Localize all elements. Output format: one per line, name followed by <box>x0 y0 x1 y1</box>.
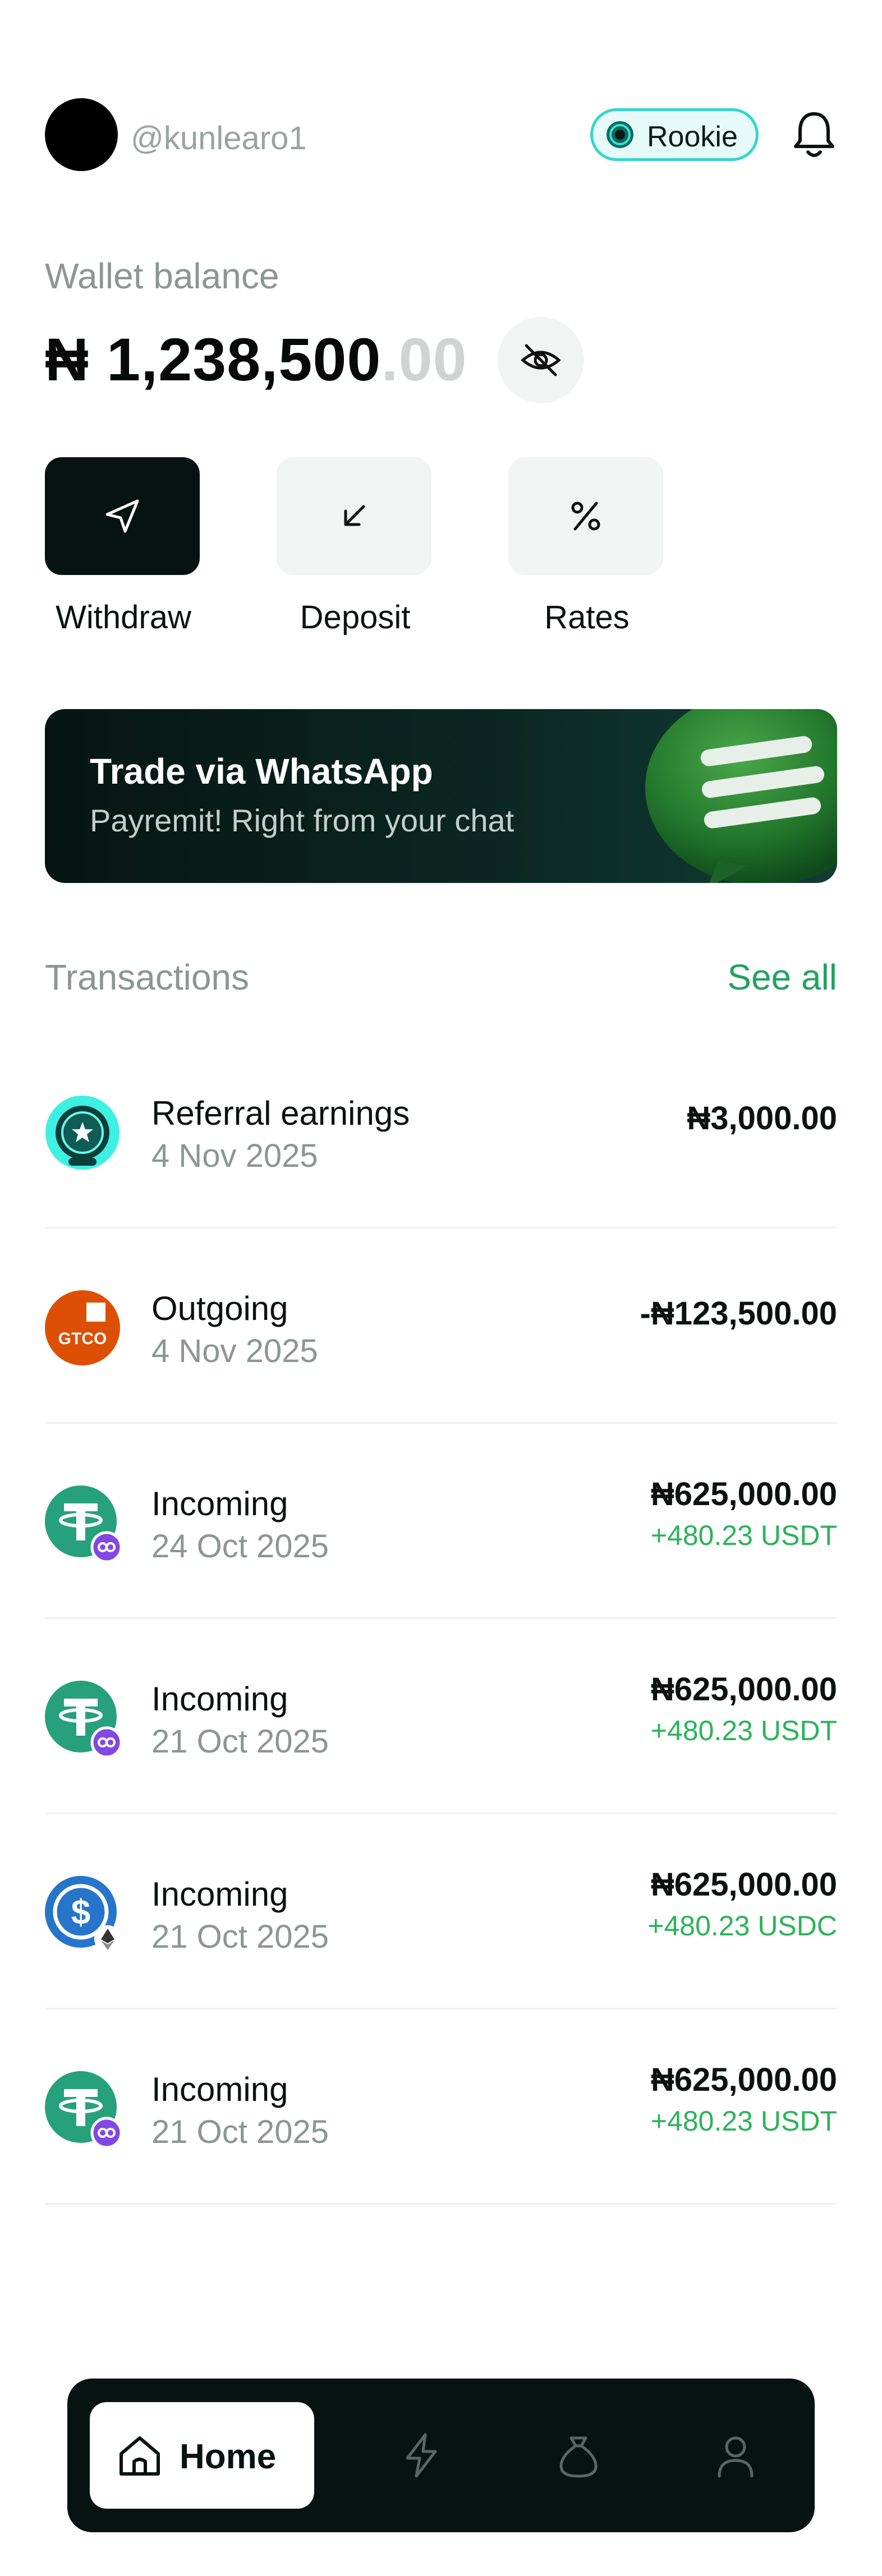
chat-bubble-icon <box>645 709 837 883</box>
rank-badge-label: Rookie <box>647 121 738 153</box>
transaction-date: 21 Oct 2025 <box>151 1723 329 1760</box>
money-bag-icon[interactable] <box>554 2431 603 2480</box>
balance-decimal: .00 <box>381 325 467 393</box>
transaction-title: Incoming <box>151 2071 288 2108</box>
withdraw-label: Withdraw <box>56 599 191 636</box>
eye-off-icon <box>521 344 561 376</box>
banner-title: Trade via WhatsApp <box>90 751 433 792</box>
referral-badge-icon <box>45 1096 120 1170</box>
banner-subtitle: Payremit! Right from your chat <box>90 803 514 838</box>
transaction-crypto-amount: +480.23 USDT <box>650 1520 837 1551</box>
tether-polygon-icon <box>45 1681 120 1756</box>
transaction-date: 4 Nov 2025 <box>151 1138 318 1174</box>
transaction-row[interactable]: Incoming 21 Oct 2025 ₦625,000.00 +480.23… <box>45 1619 837 1814</box>
wallet-balance-amount: ₦ 1,238,500.00 <box>45 324 467 394</box>
wallet-balance-label: Wallet balance <box>45 256 279 296</box>
lightning-icon[interactable] <box>397 2431 445 2480</box>
transaction-date: 21 Oct 2025 <box>151 2114 329 2150</box>
rates-label: Rates <box>544 599 630 636</box>
transaction-amount: ₦3,000.00 <box>687 1100 837 1137</box>
nav-home-tab[interactable]: Home <box>90 2402 314 2509</box>
see-all-link[interactable]: See all <box>727 956 837 998</box>
transaction-amount: ₦625,000.00 <box>650 1476 837 1512</box>
transaction-amount: ₦625,000.00 <box>650 2062 837 2098</box>
avatar[interactable] <box>45 98 118 171</box>
transaction-crypto-amount: +480.23 USDT <box>650 2105 837 2137</box>
transaction-amount: ₦625,000.00 <box>650 1671 837 1708</box>
transaction-date: 24 Oct 2025 <box>151 1528 329 1565</box>
transaction-title: Incoming <box>151 1875 288 1913</box>
rank-badge[interactable]: Rookie <box>590 108 759 161</box>
home-icon <box>120 2436 160 2476</box>
username: @kunlearo1 <box>131 120 307 157</box>
transaction-date: 4 Nov 2025 <box>151 1333 318 1369</box>
transaction-title: Incoming <box>151 1485 288 1522</box>
transaction-amount: -₦123,500.00 <box>640 1295 837 1332</box>
rates-action[interactable]: Rates <box>508 457 665 636</box>
transaction-title: Referral earnings <box>151 1094 410 1132</box>
balance-main: ₦ 1,238,500 <box>45 325 382 393</box>
transaction-row[interactable]: Incoming 24 Oct 2025 ₦625,000.00 +480.23… <box>45 1424 837 1619</box>
deposit-action[interactable]: Deposit <box>277 457 434 636</box>
withdraw-action[interactable]: Withdraw <box>45 457 202 636</box>
withdraw-button[interactable] <box>45 457 200 575</box>
svg-text:$: $ <box>71 1893 90 1932</box>
transaction-date: 21 Oct 2025 <box>151 1919 329 1955</box>
deposit-label: Deposit <box>300 599 411 636</box>
arrow-down-left-icon <box>344 505 365 526</box>
tether-polygon-icon <box>45 1485 120 1561</box>
transaction-amount: ₦625,000.00 <box>650 1866 837 1903</box>
gtco-icon-text: GTCO <box>58 1330 107 1348</box>
bell-icon[interactable] <box>791 109 837 160</box>
usdc-ethereum-icon: $ <box>45 1876 120 1951</box>
deposit-button[interactable] <box>277 457 431 575</box>
rank-badge-icon <box>607 121 633 148</box>
tether-polygon-icon <box>45 2071 120 2146</box>
transaction-row[interactable]: Incoming 21 Oct 2025 ₦625,000.00 +480.23… <box>45 2009 837 2205</box>
transaction-crypto-amount: +480.23 USDT <box>650 1715 837 1746</box>
transaction-title: Outgoing <box>151 1290 288 1327</box>
percent-icon <box>571 502 600 531</box>
transaction-crypto-amount: +480.23 USDC <box>647 1910 837 1942</box>
send-icon <box>105 499 139 533</box>
bottom-nav: Home <box>67 2379 815 2532</box>
top-header: @kunlearo1 Rookie <box>45 98 837 171</box>
transaction-row[interactable]: Referral earnings 4 Nov 2025 ₦3,000.00 <box>45 1033 837 1229</box>
rates-button[interactable] <box>508 457 663 575</box>
nav-home-label: Home <box>180 2437 277 2476</box>
toggle-balance-visibility-button[interactable] <box>498 317 584 403</box>
gtco-bank-icon: GTCO <box>45 1290 120 1365</box>
trade-via-whatsapp-banner[interactable]: Trade via WhatsApp Payremit! Right from … <box>45 709 837 883</box>
transaction-row[interactable]: $ Incoming 21 Oct 2025 ₦625,000.00 +480.… <box>45 1814 837 2009</box>
transaction-title: Incoming <box>151 1680 288 1718</box>
user-icon[interactable] <box>711 2431 760 2480</box>
transactions-heading: Transactions <box>45 957 249 997</box>
transaction-row[interactable]: GTCO Outgoing 4 Nov 2025 -₦123,500.00 <box>45 1229 837 1424</box>
